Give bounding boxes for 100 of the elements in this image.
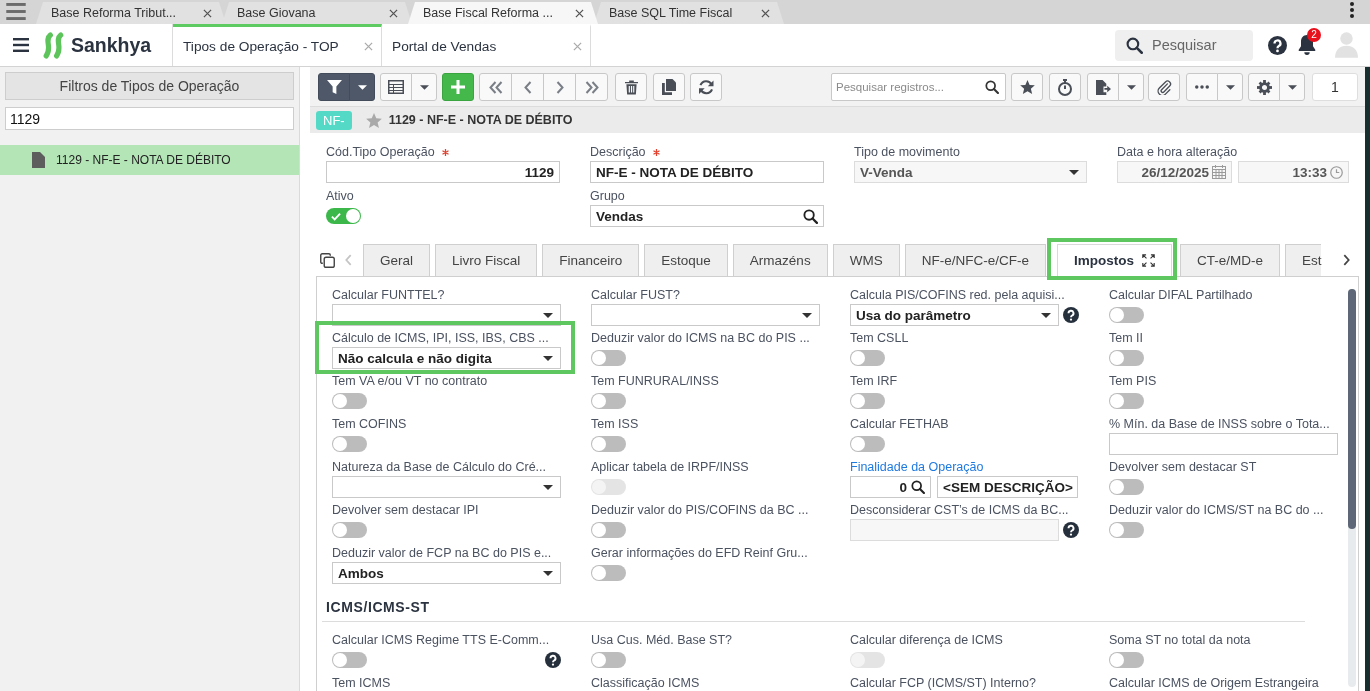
more-button[interactable]	[1186, 73, 1218, 101]
field-label: Desconsiderar CST’s de ICMS da BC...	[850, 503, 1069, 517]
trash-icon	[624, 79, 638, 95]
help-icon[interactable]	[545, 652, 561, 668]
tab[interactable]: Impostos	[1056, 244, 1172, 276]
more-icon[interactable]	[1350, 2, 1354, 18]
toggle-switch[interactable]	[591, 393, 626, 409]
first-record-button[interactable]	[479, 73, 512, 101]
refresh-button[interactable]	[690, 73, 722, 101]
close-icon[interactable]	[761, 8, 770, 18]
logo-text: Sankhya	[71, 33, 152, 57]
next-record-button[interactable]	[543, 73, 576, 101]
tab[interactable]: Armazéns	[732, 244, 828, 276]
filter-button[interactable]: Filtros de Tipos de Operação	[5, 72, 294, 100]
dropdown-field[interactable]: Ambos	[332, 562, 561, 584]
field-label: Aplicar tabela de IRPF/INSS	[591, 460, 749, 474]
file-icon	[32, 152, 45, 168]
duplicate-button[interactable]	[653, 73, 685, 101]
search-field[interactable]: Pesquisar	[1115, 29, 1253, 61]
search-field[interactable]: Pesquisar registros...	[831, 73, 1006, 101]
browser-tab[interactable]: Base Reforma Tribut...	[36, 2, 226, 24]
toggle-switch[interactable]	[591, 652, 626, 668]
toggle-switch[interactable]	[332, 652, 367, 668]
field-link[interactable]: Finalidade da Operação	[850, 460, 984, 474]
toggle-switch[interactable]	[1109, 307, 1144, 323]
tab[interactable]: Livro Fiscal	[435, 244, 538, 276]
dropdown-button[interactable]	[349, 73, 375, 101]
toggle-switch[interactable]	[591, 522, 626, 538]
browser-tab[interactable]: Base Giovana	[222, 2, 412, 24]
tab[interactable]: Financeiro	[542, 244, 640, 276]
expand-icon[interactable]	[1141, 254, 1155, 267]
close-icon[interactable]	[389, 8, 398, 18]
tab[interactable]: Estoque	[644, 244, 728, 276]
previous-record-button[interactable]	[511, 73, 544, 101]
field-label: Calcular diferença de ICMS	[850, 633, 1003, 647]
chevron-right-icon[interactable]	[1343, 254, 1350, 266]
scrollbar-track[interactable]	[1348, 289, 1356, 687]
toggle-switch[interactable]	[591, 565, 626, 581]
toggle-switch[interactable]	[1109, 350, 1144, 366]
grid-view-button[interactable]	[380, 73, 412, 101]
stopwatch-icon	[1058, 78, 1072, 96]
tab[interactable]: NF-e/NFC-e/CF-e	[904, 244, 1046, 276]
toggle-switch[interactable]	[850, 350, 885, 366]
tab[interactable]: CT-e/MD-e	[1179, 244, 1280, 276]
close-icon[interactable]	[575, 8, 584, 18]
timer-button[interactable]	[1049, 73, 1081, 101]
settings-button[interactable]	[1248, 73, 1280, 101]
close-icon[interactable]	[203, 8, 212, 18]
favorite-button[interactable]	[1011, 73, 1043, 101]
toggle-switch[interactable]	[1109, 479, 1144, 495]
field-label: Calcular DIFAL Partilhado	[1109, 288, 1253, 302]
toggle-switch[interactable]	[850, 436, 885, 452]
caret-icon	[543, 570, 553, 576]
toggle-switch[interactable]	[1109, 393, 1144, 409]
dropdown-field[interactable]: Usa do parâmetro	[850, 304, 1059, 326]
menu-icon[interactable]	[12, 38, 30, 52]
export-button[interactable]	[1087, 73, 1119, 101]
tab[interactable]: WMS	[832, 244, 900, 276]
search-icon	[985, 80, 999, 94]
field-label: Calcular ICMS Regime TTS E-Comm...	[332, 633, 550, 647]
dropdown-field[interactable]	[332, 476, 561, 498]
section-title: ICMS/ICMS-ST	[326, 598, 430, 616]
input-field[interactable]: 1129	[326, 161, 560, 183]
tab[interactable]: Est	[1284, 244, 1322, 276]
toggle-switch[interactable]	[332, 393, 367, 409]
dropdown-field[interactable]	[591, 304, 820, 326]
toggle-switch[interactable]	[1109, 522, 1144, 538]
help-icon[interactable]	[1063, 307, 1079, 323]
dropdown-field[interactable]: Não calcula e não digita	[332, 347, 561, 369]
input-field[interactable]: NF-E - NOTA DE DÉBITO	[590, 161, 824, 183]
last-record-button[interactable]	[575, 73, 608, 101]
browser-tab[interactable]: Base SQL Time Fiscal	[594, 2, 784, 24]
input-field[interactable]	[1109, 433, 1338, 455]
scrollbar-thumb[interactable]	[1348, 289, 1356, 529]
caret-icon	[357, 84, 367, 90]
app-tab[interactable]: Portal de Vendas	[382, 24, 591, 66]
toggle-switch[interactable]	[326, 208, 361, 224]
toggle-switch[interactable]	[591, 436, 626, 452]
code-field[interactable]: 0	[850, 476, 931, 498]
tree-item[interactable]: 1129 - NF-E - NOTA DE DÉBITO	[0, 145, 299, 175]
toggle-switch[interactable]	[591, 350, 626, 366]
lookup-field[interactable]: Vendas	[590, 205, 824, 227]
toggle-switch[interactable]	[1109, 652, 1144, 668]
toggle-switch[interactable]	[332, 436, 367, 452]
attach-button[interactable]	[1148, 73, 1180, 101]
help-icon[interactable]	[1268, 35, 1287, 55]
tab[interactable]: Geral	[363, 244, 430, 276]
delete-button[interactable]	[615, 73, 647, 101]
toggle-switch[interactable]	[850, 393, 885, 409]
add-button[interactable]	[442, 73, 474, 101]
browser-tab[interactable]: Base Fiscal Reforma ...	[408, 2, 598, 24]
field-label: % Mín. da Base de INSS sobre o Tota...	[1109, 417, 1330, 431]
copy-icon[interactable]	[320, 253, 335, 268]
search-field[interactable]: 1129	[5, 107, 294, 130]
toggle-switch[interactable]	[332, 522, 367, 538]
star-icon[interactable]	[365, 112, 382, 128]
caret-icon	[1126, 84, 1136, 90]
chevron-left-icon[interactable]	[345, 254, 352, 266]
filter-button[interactable]	[318, 73, 350, 101]
field-label: Descrição	[590, 145, 646, 159]
